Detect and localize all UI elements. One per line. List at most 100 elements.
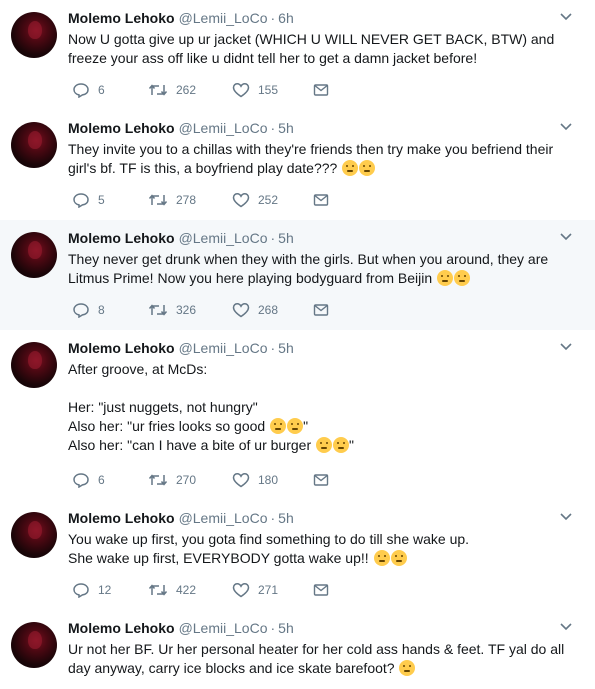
author-handle[interactable]: @Lemii_LoCo bbox=[179, 620, 268, 636]
tweet-text-line: She wake up first, EVERYBODY gotta wake … bbox=[68, 550, 369, 566]
yum-face-emoji bbox=[287, 418, 304, 434]
avatar[interactable] bbox=[11, 512, 57, 558]
tweet-text-line: Her: "just nuggets, not hungry" bbox=[68, 399, 258, 415]
reply-count: 6 bbox=[98, 83, 105, 97]
reply-button[interactable]: 6 bbox=[72, 80, 105, 100]
unamused-face-emoji bbox=[437, 270, 454, 286]
reply-button[interactable]: 8 bbox=[72, 300, 105, 320]
direct-message-icon bbox=[313, 474, 329, 486]
retweet-icon bbox=[148, 194, 168, 206]
avatar[interactable] bbox=[11, 622, 57, 668]
tweet-text: Ur not her BF. Ur her personal heater fo… bbox=[68, 640, 568, 678]
tweet-header: Molemo Lehoko @Lemii_LoCo · 5h bbox=[68, 229, 294, 247]
author-handle[interactable]: @Lemii_LoCo bbox=[179, 510, 268, 526]
chevron-down-icon[interactable] bbox=[559, 122, 573, 132]
tweet-header: Molemo Lehoko @Lemii_LoCo · 5h bbox=[68, 339, 294, 357]
unamused-face-emoji bbox=[390, 550, 407, 566]
author-handle[interactable]: @Lemii_LoCo bbox=[179, 230, 268, 246]
reply-icon bbox=[73, 83, 89, 98]
timestamp[interactable]: 5h bbox=[278, 340, 294, 356]
retweet-button[interactable]: 326 bbox=[148, 300, 196, 320]
reply-count: 8 bbox=[98, 303, 105, 317]
reply-icon bbox=[73, 193, 89, 208]
closing-quote: " bbox=[349, 437, 354, 453]
retweet-count: 422 bbox=[176, 583, 197, 597]
timestamp[interactable]: 5h bbox=[278, 620, 294, 636]
like-button[interactable]: 155 bbox=[232, 80, 278, 100]
like-count: 252 bbox=[258, 193, 279, 207]
author-handle[interactable]: @Lemii_LoCo bbox=[179, 10, 268, 26]
chevron-down-icon[interactable] bbox=[559, 622, 573, 632]
author-name[interactable]: Molemo Lehoko bbox=[68, 620, 175, 636]
tweet-text: After groove, at McDs: Her: "just nugget… bbox=[68, 360, 568, 455]
reply-button[interactable]: 6 bbox=[72, 470, 105, 490]
tweet[interactable]: Molemo Lehoko @Lemii_LoCo · 5h They invite … bbox=[0, 110, 595, 220]
unamused-face-emoji bbox=[454, 270, 471, 286]
retweet-icon bbox=[148, 304, 168, 316]
direct-message-icon bbox=[313, 194, 329, 206]
author-handle[interactable]: @Lemii_LoCo bbox=[179, 340, 268, 356]
chevron-down-icon[interactable] bbox=[559, 232, 573, 242]
tweet-text-line: Litmus Prime! Now you here playing bodyg… bbox=[68, 270, 433, 286]
avatar[interactable] bbox=[11, 122, 57, 168]
reply-button[interactable]: 5 bbox=[72, 190, 105, 210]
reply-icon bbox=[73, 583, 89, 598]
like-button[interactable]: 252 bbox=[232, 190, 278, 210]
avatar[interactable] bbox=[11, 232, 57, 278]
reply-icon bbox=[73, 473, 89, 488]
author-name[interactable]: Molemo Lehoko bbox=[68, 120, 175, 136]
dm-button[interactable] bbox=[313, 470, 329, 490]
confused-face-emoji bbox=[342, 160, 359, 176]
tweet-text: They invite you to a chillas with they'r… bbox=[68, 140, 568, 178]
chevron-down-icon[interactable] bbox=[559, 342, 573, 352]
author-name[interactable]: Molemo Lehoko bbox=[68, 510, 175, 526]
author-name[interactable]: Molemo Lehoko bbox=[68, 10, 175, 26]
avatar[interactable] bbox=[11, 342, 57, 388]
tweet-text: You wake up first, you gota find somethi… bbox=[68, 530, 568, 568]
author-name[interactable]: Molemo Lehoko bbox=[68, 230, 175, 246]
author-handle[interactable]: @Lemii_LoCo bbox=[179, 120, 268, 136]
separator-dot: · bbox=[270, 340, 276, 356]
dm-button[interactable] bbox=[313, 580, 329, 600]
like-count: 155 bbox=[258, 83, 279, 97]
tweet-header: Molemo Lehoko @Lemii_LoCo · 5h bbox=[68, 509, 294, 527]
separator-dot: · bbox=[270, 620, 276, 636]
dm-button[interactable] bbox=[313, 80, 329, 100]
dm-button[interactable] bbox=[313, 300, 329, 320]
like-button[interactable]: 268 bbox=[232, 300, 278, 320]
like-heart-icon bbox=[232, 583, 250, 598]
retweet-count: 270 bbox=[176, 473, 197, 487]
timestamp[interactable]: 5h bbox=[278, 120, 294, 136]
like-heart-icon bbox=[232, 303, 250, 318]
tweet[interactable]: Molemo Lehoko @Lemii_LoCo · 5h Ur not her B… bbox=[0, 610, 595, 689]
reply-button[interactable]: 12 bbox=[72, 580, 111, 600]
tweet[interactable]: Molemo Lehoko @Lemii_LoCo · 5h They never g… bbox=[0, 220, 595, 330]
weary-face-emoji bbox=[270, 418, 287, 434]
like-button[interactable]: 271 bbox=[232, 580, 278, 600]
timestamp[interactable]: 6h bbox=[278, 10, 294, 26]
timestamp[interactable]: 5h bbox=[278, 510, 294, 526]
tweet[interactable]: Molemo Lehoko @Lemii_LoCo · 5h You wake up … bbox=[0, 500, 595, 610]
tweet-text-line: You wake up first, you gota find somethi… bbox=[68, 531, 470, 547]
timestamp[interactable]: 5h bbox=[278, 230, 294, 246]
tweet-text-line: girl's bf. TF is this, a boyfriend play … bbox=[68, 160, 338, 176]
tweet[interactable]: Molemo Lehoko @Lemii_LoCo · 6h Now U gotta … bbox=[0, 0, 595, 110]
retweet-button[interactable]: 270 bbox=[148, 470, 196, 490]
tweet-header: Molemo Lehoko @Lemii_LoCo · 5h bbox=[68, 119, 294, 137]
retweet-button[interactable]: 422 bbox=[148, 580, 196, 600]
like-heart-icon bbox=[232, 193, 250, 208]
avatar[interactable] bbox=[11, 12, 57, 58]
separator-dot: · bbox=[270, 510, 276, 526]
tweet[interactable]: Molemo Lehoko @Lemii_LoCo · 5h After groove… bbox=[0, 330, 595, 500]
tweet-text-line: They invite you to a chillas with they'r… bbox=[68, 141, 554, 157]
direct-message-icon bbox=[313, 84, 329, 96]
tweet-text-line: Also her: "can I have a bite of ur burge… bbox=[68, 437, 312, 453]
chevron-down-icon[interactable] bbox=[559, 12, 573, 22]
dm-button[interactable] bbox=[313, 190, 329, 210]
retweet-count: 262 bbox=[176, 83, 197, 97]
chevron-down-icon[interactable] bbox=[559, 512, 573, 522]
author-name[interactable]: Molemo Lehoko bbox=[68, 340, 175, 356]
retweet-button[interactable]: 278 bbox=[148, 190, 196, 210]
retweet-button[interactable]: 262 bbox=[148, 80, 196, 100]
like-button[interactable]: 180 bbox=[232, 470, 278, 490]
